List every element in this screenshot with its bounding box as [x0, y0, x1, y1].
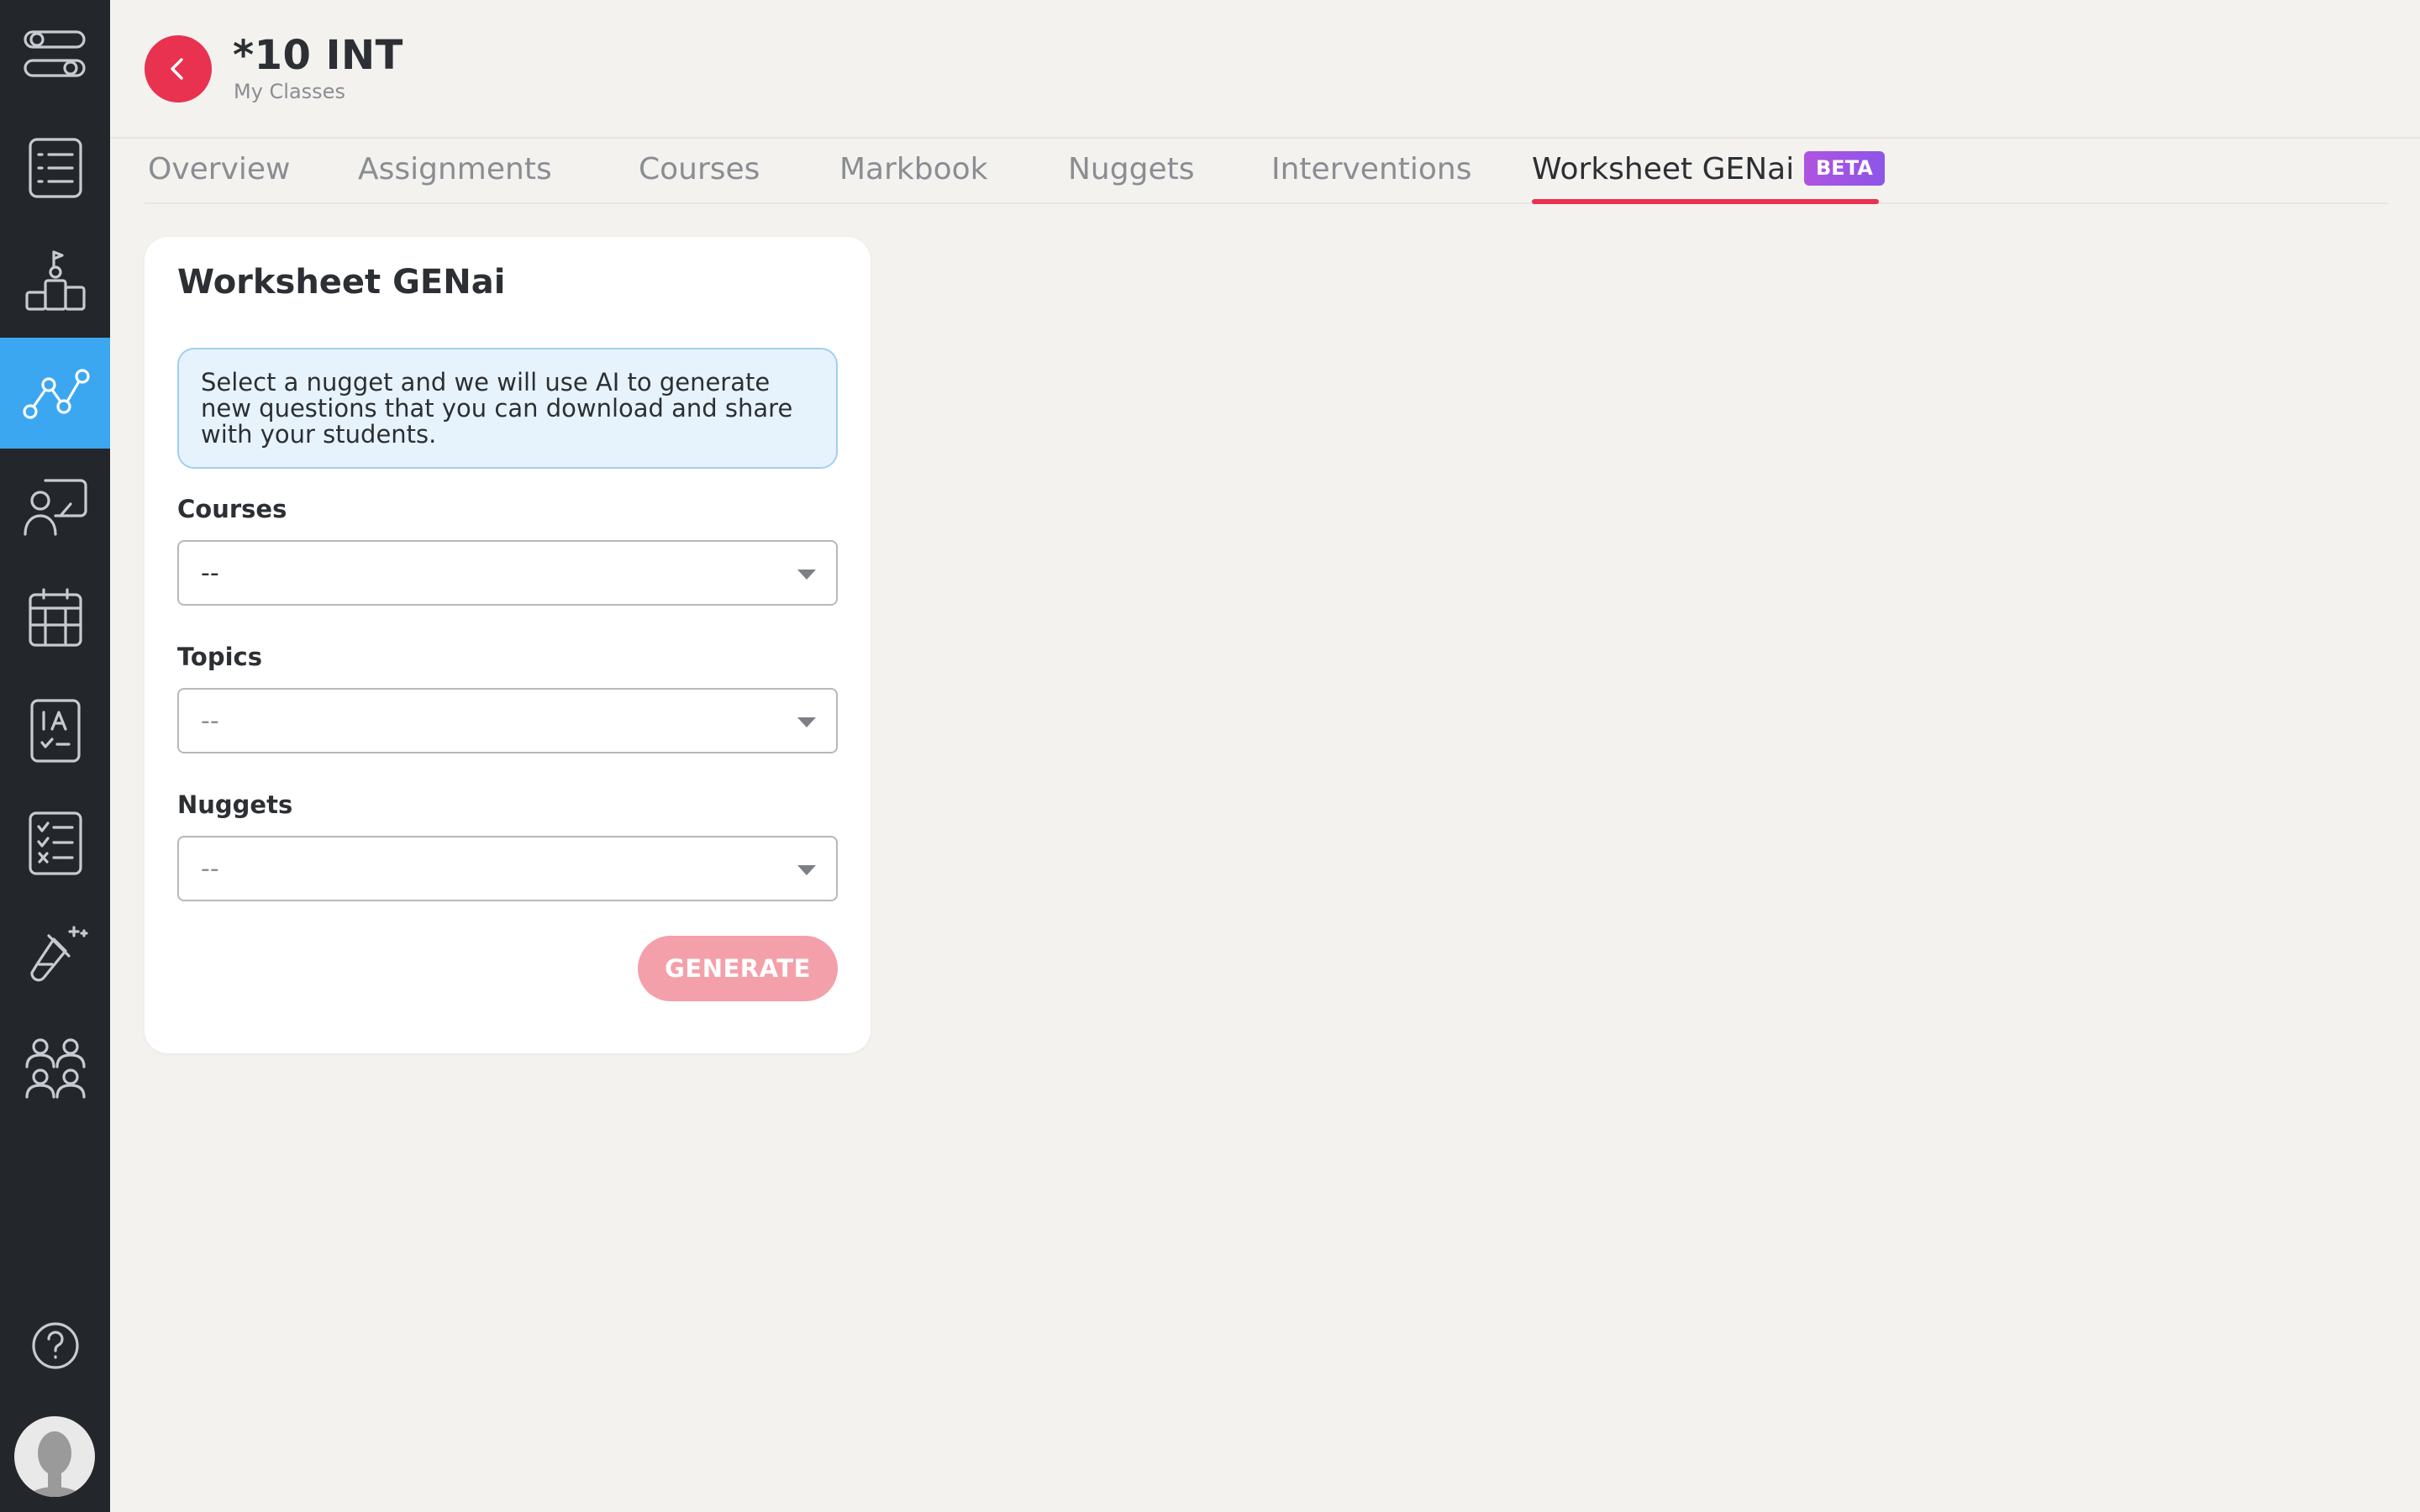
- tab-courses[interactable]: Courses: [639, 151, 760, 188]
- info-message: Select a nugget and we will use AI to ge…: [177, 348, 838, 469]
- courses-select-value: --: [201, 559, 219, 588]
- beta-badge: BETA: [1804, 151, 1885, 186]
- sidebar-item-settings[interactable]: [0, 0, 110, 111]
- podium-icon: [24, 250, 86, 311]
- sidebar-item-students[interactable]: [0, 1013, 110, 1124]
- tab-markbook[interactable]: Markbook: [839, 151, 988, 188]
- avatar[interactable]: [14, 1416, 95, 1497]
- page-title: *10 INT: [233, 32, 403, 79]
- tab-worksheet-genai[interactable]: Worksheet GENai: [1532, 151, 1794, 188]
- help-button[interactable]: [0, 1290, 110, 1401]
- user-avatar-icon: [27, 1431, 82, 1497]
- sidebar-item-calendar[interactable]: [0, 563, 110, 674]
- courses-select[interactable]: --: [177, 540, 838, 606]
- students-group-icon: [24, 1038, 86, 1099]
- analytics-icon: [22, 369, 90, 419]
- chevron-down-icon: [797, 570, 816, 580]
- tabs-divider: [145, 202, 2388, 204]
- list-icon: [28, 138, 82, 198]
- nuggets-select-value: --: [201, 854, 219, 884]
- sidebar-item-tasks[interactable]: [0, 788, 110, 899]
- tab-nuggets[interactable]: Nuggets: [1068, 151, 1194, 188]
- chevron-down-icon: [797, 865, 816, 875]
- chevron-left-icon: [171, 58, 183, 80]
- sidebar-item-ai-lab[interactable]: [0, 900, 110, 1011]
- topics-select[interactable]: --: [177, 688, 838, 753]
- generate-button[interactable]: GENERATE: [638, 936, 838, 1001]
- tab-overview[interactable]: Overview: [148, 151, 291, 188]
- sidebar-item-assessment[interactable]: [0, 675, 110, 786]
- nuggets-select[interactable]: --: [177, 836, 838, 901]
- sliders-icon: [23, 30, 86, 77]
- worksheet-genai-card: Worksheet GENai Select a nugget and we w…: [145, 237, 871, 1053]
- teacher-board-icon: [23, 479, 87, 536]
- topics-label: Topics: [177, 643, 263, 671]
- sidebar-item-lists[interactable]: [0, 113, 110, 223]
- header-divider: [110, 137, 2420, 139]
- sidebar: [0, 0, 110, 1512]
- tab-interventions[interactable]: Interventions: [1271, 151, 1471, 188]
- assessment-icon: [29, 699, 81, 763]
- help-icon: [31, 1322, 79, 1369]
- back-button[interactable]: [145, 35, 212, 102]
- calendar-icon: [28, 588, 82, 647]
- chevron-down-icon: [797, 717, 816, 727]
- flask-sparkle-icon: [29, 926, 88, 982]
- courses-label: Courses: [177, 495, 287, 523]
- active-tab-indicator: [1532, 199, 1879, 204]
- nuggets-label: Nuggets: [177, 790, 293, 819]
- tab-assignments[interactable]: Assignments: [358, 151, 552, 188]
- sidebar-item-leaderboard[interactable]: [0, 225, 110, 336]
- sidebar-item-analytics[interactable]: [0, 338, 110, 449]
- card-title: Worksheet GENai: [177, 263, 506, 302]
- checklist-icon: [28, 811, 82, 875]
- topics-select-value: --: [201, 706, 219, 736]
- breadcrumb[interactable]: My Classes: [234, 79, 345, 104]
- sidebar-item-teaching[interactable]: [0, 450, 110, 561]
